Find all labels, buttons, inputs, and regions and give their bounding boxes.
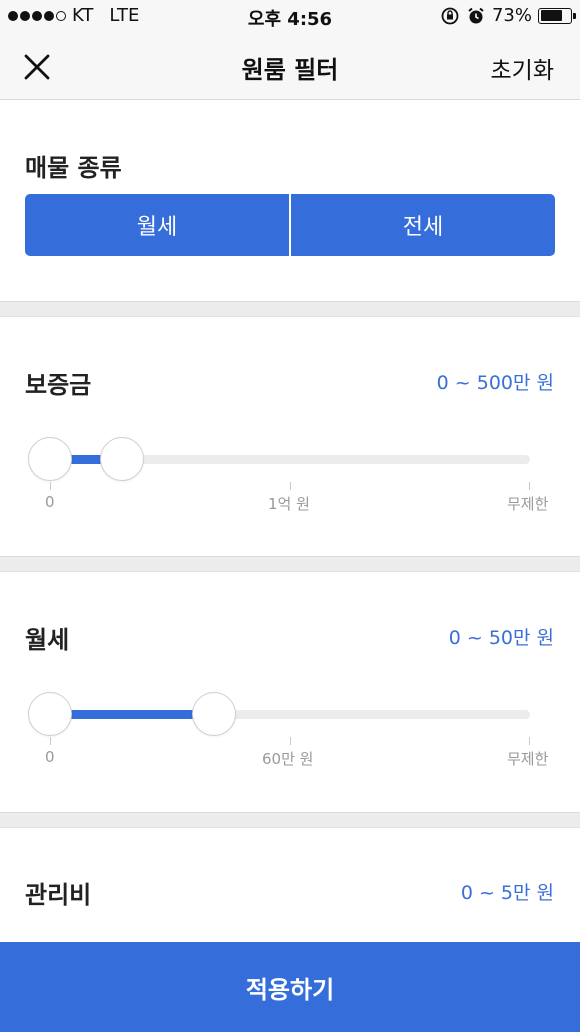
deposit-title: 보증금 bbox=[25, 371, 92, 399]
battery-level bbox=[540, 10, 562, 21]
battery-percent: 73% bbox=[491, 5, 532, 26]
property-type-section: 매물 종류 월세 전세 bbox=[0, 101, 580, 301]
deposit-section: 보증금 0 ~ 500만 원 0 1억 원 무제한 bbox=[0, 317, 580, 556]
monthly-rent-tick-label-max: 무제한 bbox=[507, 750, 549, 768]
battery-icon bbox=[538, 7, 576, 24]
maintenance-fee-range-value: 0 ~ 5만 원 bbox=[460, 882, 554, 904]
status-right: 73% bbox=[440, 5, 576, 26]
monthly-rent-tick-start bbox=[50, 737, 51, 745]
deposit-max-thumb[interactable] bbox=[100, 437, 145, 481]
maintenance-fee-section: 관리비 0 ~ 5만 원 bbox=[0, 828, 580, 942]
deposit-tick-start bbox=[50, 482, 51, 490]
alarm-icon bbox=[468, 7, 484, 23]
monthly-rent-min-thumb[interactable] bbox=[28, 692, 72, 736]
monthly-rent-tick-label-mid: 60만 원 bbox=[262, 750, 314, 768]
monthly-rent-max-thumb[interactable] bbox=[191, 692, 236, 736]
apply-button[interactable]: 적용하기 bbox=[0, 942, 580, 1032]
monthly-rent-slider-track[interactable] bbox=[50, 710, 530, 719]
deposit-tick-end bbox=[529, 482, 530, 490]
monthly-rent-tick-mid bbox=[290, 737, 291, 745]
monthly-rent-section: 월세 0 ~ 50만 원 0 60만 원 무제한 bbox=[0, 572, 580, 812]
reset-button[interactable]: 초기화 bbox=[491, 51, 554, 85]
deposit-tick-label-max: 무제한 bbox=[507, 495, 549, 513]
deposit-tick-label-min: 0 bbox=[45, 493, 55, 511]
option-monthly-rent-button[interactable]: 월세 bbox=[25, 194, 289, 256]
close-icon bbox=[24, 54, 50, 80]
deposit-range-value: 0 ~ 500만 원 bbox=[436, 372, 554, 394]
orientation-lock-icon bbox=[441, 7, 459, 24]
monthly-rent-title: 월세 bbox=[25, 626, 70, 654]
monthly-rent-slider-fill bbox=[50, 710, 214, 719]
deposit-tick-label-mid: 1억 원 bbox=[268, 495, 310, 513]
deposit-min-thumb[interactable] bbox=[28, 437, 72, 481]
monthly-rent-range-value: 0 ~ 50만 원 bbox=[448, 627, 554, 649]
close-button[interactable] bbox=[20, 50, 54, 84]
nav-bar: 원룸 필터 초기화 bbox=[0, 32, 580, 100]
deposit-tick-mid bbox=[290, 482, 291, 490]
maintenance-fee-title: 관리비 bbox=[25, 881, 92, 909]
section-divider bbox=[0, 556, 580, 572]
monthly-rent-tick-label-min: 0 bbox=[45, 748, 55, 766]
section-divider bbox=[0, 812, 580, 828]
section-divider bbox=[0, 301, 580, 317]
property-type-title: 매물 종류 bbox=[25, 154, 122, 182]
status-bar: KT LTE 오후 4:56 73% bbox=[0, 0, 580, 32]
property-type-segmented-control: 월세 전세 bbox=[25, 194, 555, 256]
option-jeonse-button[interactable]: 전세 bbox=[291, 194, 555, 256]
monthly-rent-tick-end bbox=[529, 737, 530, 745]
